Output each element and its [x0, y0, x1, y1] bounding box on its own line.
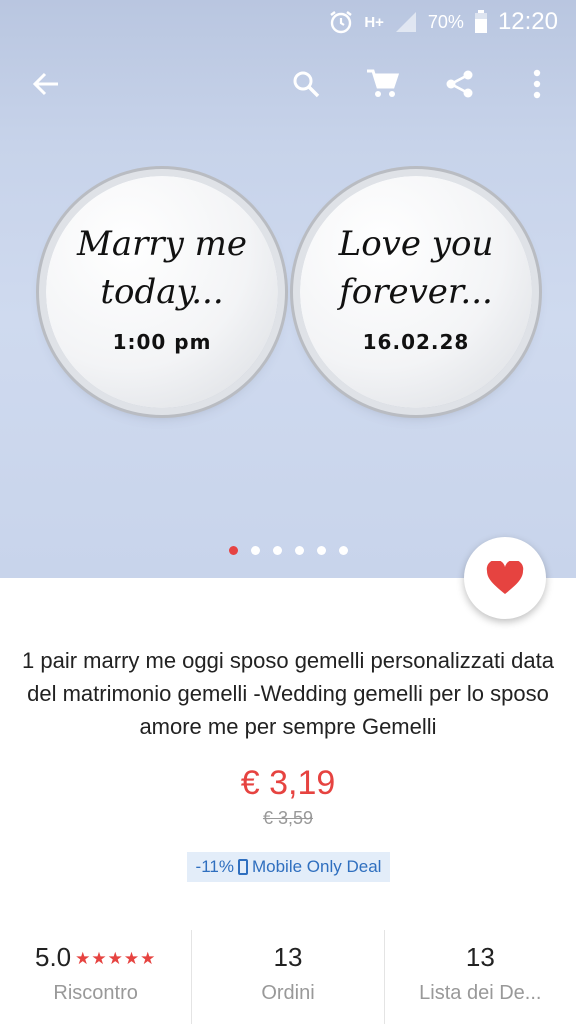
carousel-dot[interactable] — [316, 546, 326, 555]
cufflink-left: Marry me today... 1:00 pm — [46, 176, 278, 408]
stat-value: 5.0 ★★★★★ — [0, 942, 191, 973]
more-vert-icon — [533, 69, 541, 99]
stat-feedback[interactable]: 5.0 ★★★★★ Riscontro — [0, 930, 191, 1024]
clock-time: 12:20 — [497, 8, 558, 35]
carousel-dot[interactable] — [338, 546, 348, 555]
original-price: € 3,59 — [262, 808, 314, 828]
carousel-dot[interactable] — [294, 546, 304, 555]
cufflink-text-line: 1:00 pm — [112, 330, 212, 354]
battery-icon — [474, 10, 488, 34]
product-stats: 5.0 ★★★★★ Riscontro 13 Ordini 13 Lista de… — [0, 930, 576, 1024]
stat-label: Riscontro — [53, 982, 138, 1004]
signal-icon — [394, 10, 418, 34]
arrow-back-icon — [32, 72, 58, 96]
product-price: € 3,19 — [240, 764, 336, 802]
stat-wishlist[interactable]: 13 Lista dei De... — [383, 930, 576, 1024]
battery-percent: 70% — [427, 11, 464, 32]
favorite-button[interactable] — [464, 537, 546, 619]
cart-button[interactable] — [350, 52, 414, 116]
mobile-deal-badge: -11% Mobile Only Deal — [187, 852, 390, 882]
app-bar — [0, 52, 576, 116]
heart-icon — [486, 561, 524, 594]
cufflink-text-line: forever... — [339, 272, 493, 312]
cufflink-text-line: today... — [100, 272, 224, 312]
search-icon — [293, 71, 320, 98]
deal-label: Mobile Only Deal — [251, 857, 382, 876]
shopping-cart-icon — [367, 69, 399, 97]
back-button[interactable] — [14, 52, 78, 116]
search-button[interactable] — [274, 52, 338, 116]
cufflink-right: Love you forever... 16.02.28 — [300, 176, 532, 408]
stat-orders[interactable]: 13 Ordini — [191, 930, 383, 1024]
status-bar: H+ 70% 12:20 — [0, 0, 576, 44]
stat-value: 13 — [465, 942, 495, 972]
carousel-dot[interactable] — [228, 546, 238, 555]
cufflink-text-line: Marry me — [77, 224, 247, 264]
cufflink-text-line: 16.02.28 — [362, 330, 470, 354]
stat-label: Lista dei De... — [419, 982, 542, 1004]
discount-percent: -11% — [195, 857, 234, 876]
product-image-carousel[interactable]: H+ 70% 12:20 Marry me today... 1:00 pm L… — [0, 0, 576, 578]
carousel-dot[interactable] — [272, 546, 282, 555]
stat-value: 13 — [273, 942, 303, 972]
share-button[interactable] — [428, 52, 492, 116]
carousel-dot[interactable] — [250, 546, 260, 555]
cufflink-text-line: Love you — [338, 224, 494, 264]
stat-label: Ordini — [261, 982, 315, 1004]
rating-stars-icon: ★★★★★ — [75, 949, 157, 968]
product-title: 1 pair marry me oggi sposo gemelli perso… — [22, 648, 554, 739]
network-type: H+ — [364, 13, 384, 31]
mobile-phone-icon — [237, 859, 248, 875]
alarm-icon — [328, 9, 354, 35]
more-options-button[interactable] — [505, 52, 569, 116]
rating-value: 5.0 — [34, 942, 72, 972]
share-icon — [446, 70, 473, 98]
